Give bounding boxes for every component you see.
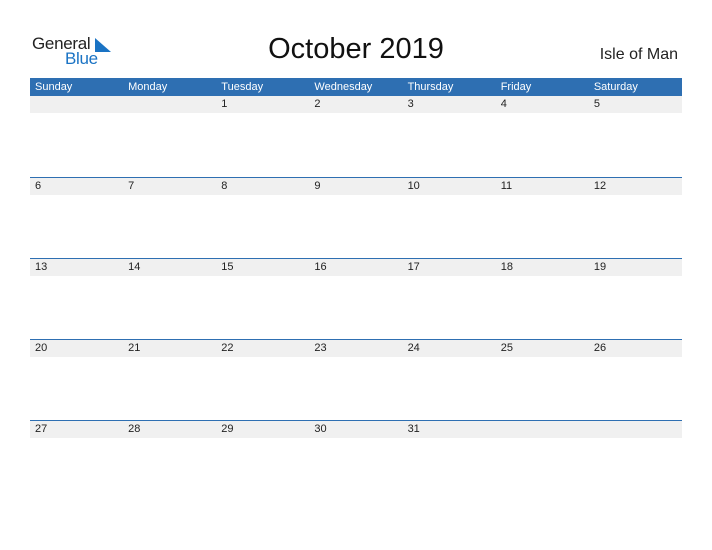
day-cell: 16 [314,261,327,273]
day-cell: 24 [407,342,420,354]
week-row: 27 28 29 30 31 [30,420,682,501]
week-row: 20 21 22 23 24 25 26 [30,339,682,420]
weekday-header: Sunday Monday Tuesday Wednesday Thursday… [30,78,682,96]
week-row: 6 7 8 9 10 11 12 [30,177,682,258]
calendar-grid: Sunday Monday Tuesday Wednesday Thursday… [30,78,682,501]
date-row: 20 21 22 23 24 25 26 [30,339,682,357]
day-cell: 27 [35,423,48,435]
day-cell: 26 [593,342,607,354]
weekday-tuesday: Tuesday [221,81,264,93]
date-row: 1 2 3 4 5 [30,96,682,113]
day-cell: 3 [407,98,414,110]
weekday-sunday: Sunday [35,81,73,93]
day-cell: 1 [221,98,228,110]
week-row: 1 2 3 4 5 [30,96,682,177]
day-cell [123,96,216,113]
day-cell: 17 [407,261,420,273]
date-row: 6 7 8 9 10 11 12 [30,177,682,195]
day-cell: 18 [500,261,513,273]
week-row: 13 14 15 16 17 18 19 [30,258,682,339]
day-cell: 31 [407,423,420,435]
day-cell: 14 [128,261,141,273]
day-cell: 2 [314,98,321,110]
day-cell: 29 [221,423,234,435]
day-cell: 15 [221,261,234,273]
country-label: Isle of Man [599,46,678,63]
day-cell: 30 [314,423,327,435]
date-row: 27 28 29 30 31 [30,420,682,438]
day-cell: 4 [500,98,507,110]
day-cell [589,421,682,438]
weekday-friday: Friday [500,81,532,93]
day-cell: 8 [221,180,228,192]
day-cell: 10 [407,180,420,192]
day-cell [496,421,589,438]
day-cell: 21 [128,342,141,354]
day-cell: 11 [500,180,513,192]
weekday-monday: Monday [128,81,168,93]
day-cell: 9 [314,180,321,192]
day-cell [30,96,123,113]
day-cell: 20 [35,342,48,354]
day-cell: 6 [35,180,42,192]
day-cell: 25 [500,342,513,354]
day-cell: 22 [221,342,234,354]
day-cell: 19 [593,261,607,273]
weekday-thursday: Thursday [407,81,454,93]
date-row: 13 14 15 16 17 18 19 [30,258,682,276]
day-cell: 13 [35,261,48,273]
day-cell: 5 [593,98,600,110]
day-cell: 12 [593,180,607,192]
weekday-wednesday: Wednesday [314,81,373,93]
day-cell: 7 [128,180,135,192]
weekday-saturday: Saturday [593,81,638,93]
day-cell: 28 [128,423,141,435]
day-cell: 23 [314,342,327,354]
